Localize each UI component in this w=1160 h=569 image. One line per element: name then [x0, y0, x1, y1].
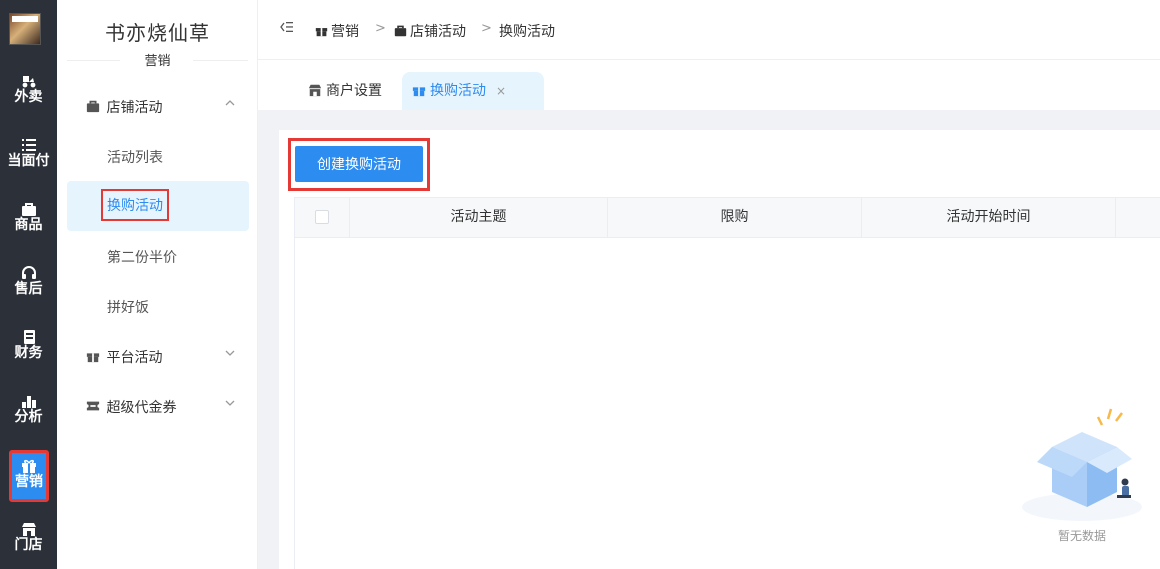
- gift-icon: [86, 349, 102, 367]
- column-header-start-time: 活动开始时间: [862, 198, 1116, 237]
- app-rail: 外卖 当面付 商品 售后 财务 分析 营销 门店: [0, 0, 57, 569]
- breadcrumb-item-shop-activities[interactable]: 店铺活动: [394, 21, 466, 41]
- table-header-select: [295, 198, 350, 237]
- menu-group-label: 超级代金券: [106, 400, 177, 416]
- breadcrumb-label: 店铺活动: [410, 24, 466, 40]
- breadcrumb-item-marketing[interactable]: 营销: [315, 21, 359, 41]
- rail-item-label: 门店: [14, 537, 43, 553]
- menu-group-label: 店铺活动: [106, 100, 163, 116]
- headset-icon: [0, 260, 57, 282]
- gift-icon: [315, 24, 331, 40]
- gift-icon: [412, 83, 430, 99]
- top-bar: 营销 > 店铺活动 > 换购活动: [258, 0, 1160, 60]
- rail-item-label: 分析: [14, 409, 43, 425]
- rail-item-label: 商品: [14, 217, 43, 233]
- tab-label: 商户设置: [326, 83, 382, 99]
- bag-icon: [394, 24, 410, 40]
- collapse-sidebar-icon[interactable]: [280, 20, 294, 38]
- rail-item-goods[interactable]: 商品: [0, 196, 57, 252]
- column-header-topic: 活动主题: [350, 198, 608, 237]
- rail-item-label: 当面付: [7, 153, 50, 169]
- main-content: 创建换购活动 活动主题 限购 活动开始时间 暂无数据: [279, 130, 1160, 569]
- bar-chart-icon: [0, 388, 57, 410]
- rail-item-aftersale[interactable]: 售后: [0, 260, 57, 316]
- empty-state: 暂无数据: [1012, 407, 1152, 547]
- table-header: 活动主题 限购 活动开始时间: [295, 197, 1160, 238]
- empty-state-text: 暂无数据: [1057, 529, 1106, 543]
- rail-item-pay[interactable]: 当面付: [0, 132, 57, 188]
- secondary-sidebar: 书亦烧仙草 营销 店铺活动 活动列表 换购活动 第二份半价 拼好饭 平台活动 超…: [57, 0, 258, 569]
- chevron-down-icon: [224, 397, 236, 412]
- menu-group-platform-activities[interactable]: 平台活动: [86, 347, 236, 369]
- create-button-highlight: 创建换购活动: [288, 138, 430, 191]
- rail-item-takeout[interactable]: 外卖: [0, 68, 57, 124]
- menu-item-group-meal[interactable]: 拼好饭: [107, 297, 149, 317]
- tab-label: 换购活动: [430, 83, 486, 99]
- list-icon: [0, 132, 57, 154]
- rail-item-label: 营销: [15, 474, 43, 490]
- shop-icon: [0, 516, 57, 538]
- rail-item-label: 售后: [14, 281, 43, 297]
- bag-icon: [0, 196, 57, 218]
- store-logo: [9, 13, 41, 45]
- rail-item-label: 外卖: [14, 89, 43, 105]
- shop-icon: [308, 83, 326, 99]
- chevron-down-icon: [224, 347, 236, 362]
- tab-merchant-settings[interactable]: 商户设置: [298, 72, 392, 110]
- divider: [193, 60, 248, 61]
- rail-item-finance[interactable]: 财务: [0, 324, 57, 380]
- bag-icon: [86, 99, 102, 117]
- store-name: 书亦烧仙草: [105, 21, 210, 45]
- scooter-icon: [0, 68, 57, 90]
- create-exchange-activity-button[interactable]: 创建换购活动: [295, 146, 423, 182]
- rail-item-store[interactable]: 门店: [0, 516, 57, 569]
- menu-group-super-coupon[interactable]: 超级代金券: [86, 397, 236, 419]
- breadcrumb-label: 营销: [331, 24, 359, 40]
- menu-group-shop-activities[interactable]: 店铺活动: [86, 97, 236, 119]
- close-tab-icon[interactable]: ×: [496, 84, 506, 98]
- column-header-more: [1116, 198, 1160, 237]
- menu-group-label: 平台活动: [106, 350, 163, 366]
- empty-box-illustration: [1022, 408, 1142, 521]
- menu-item-second-half-price[interactable]: 第二份半价: [107, 247, 177, 267]
- breadcrumb-separator: >: [481, 21, 492, 36]
- breadcrumb-separator: >: [375, 21, 386, 36]
- ticket-icon: [86, 399, 102, 417]
- rail-item-analysis[interactable]: 分析: [0, 388, 57, 444]
- menu-item-exchange-activity[interactable]: 换购活动: [101, 189, 169, 221]
- chevron-up-icon: [224, 97, 236, 112]
- tab-bar: 商户设置 换购活动 ×: [258, 60, 1160, 110]
- rail-item-label: 财务: [14, 345, 43, 361]
- ledger-icon: [0, 324, 57, 346]
- column-header-limit: 限购: [608, 198, 862, 237]
- breadcrumb-item-exchange-activity: 换购活动: [499, 24, 555, 40]
- tab-exchange-activity[interactable]: 换购活动 ×: [402, 72, 544, 110]
- gift-icon: [12, 453, 46, 475]
- select-all-checkbox[interactable]: [315, 210, 329, 224]
- rail-item-marketing[interactable]: 营销: [9, 450, 49, 502]
- menu-item-activity-list[interactable]: 活动列表: [107, 147, 163, 167]
